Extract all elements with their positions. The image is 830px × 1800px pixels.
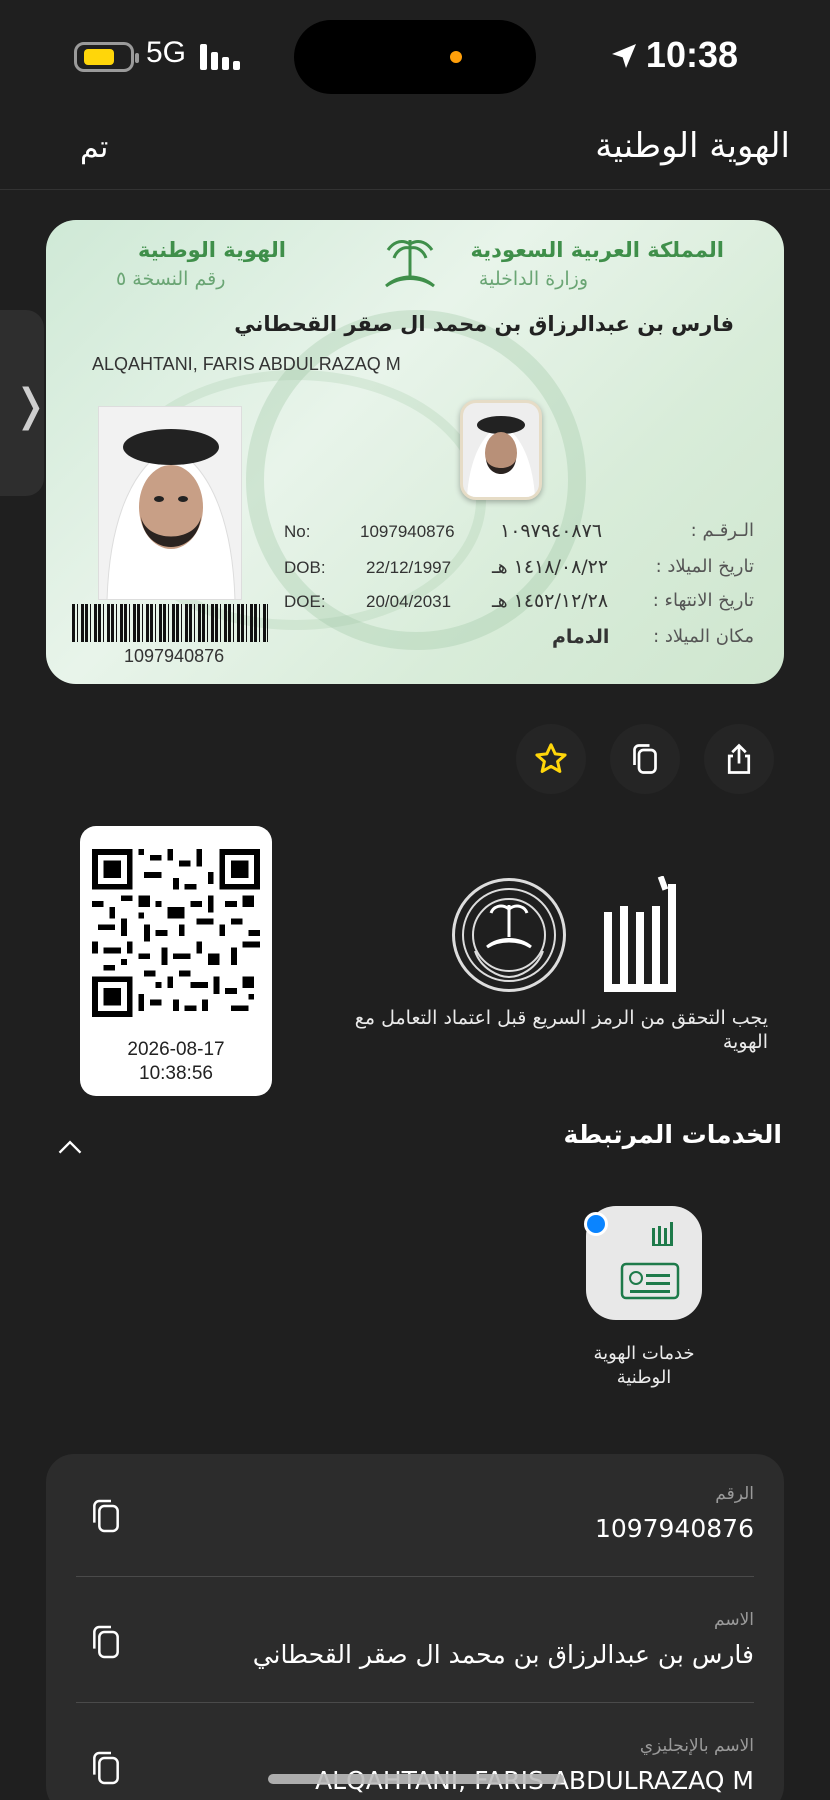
nav-header: الهوية الوطنية تم [0,110,830,190]
location-arrow-icon [612,44,636,68]
star-icon [535,743,567,773]
dob-label-en: DOB: [284,558,326,577]
divider [76,1702,754,1703]
info-row-english-name: الاسم بالإنجليزي ALQAHTANI, FARIS ABDULR… [76,1706,754,1800]
no-value-ar: ١٠٩٧٩٤٠٨٧٦ [500,520,603,542]
dob-value-en: 22/12/1997 [366,558,452,577]
card-id-title: الهوية الوطنية [138,238,286,262]
qr-date: 2026-08-17 [127,1039,225,1060]
doe-value-ar: ١٤٥٢/١٢/٢٨ هـ [492,590,609,612]
info-panel: الرقم 1097940876 الاسم فارس بن عبدالرزاق… [46,1454,784,1800]
info-label: الاسم بالإنجليزي [639,1736,754,1756]
network-type: 5G [146,36,187,69]
battery-icon [74,42,139,72]
info-label: الرقم [715,1484,754,1504]
status-bar: 5G 10:38 [0,0,830,110]
no-label-en: No: [284,522,311,541]
holder-photo-hologram [460,400,542,500]
doe-value-en: 20/04/2031 [366,592,452,611]
privacy-dot [450,51,462,63]
qr-code [92,849,260,1017]
no-label-ar: الـرقـم : [690,520,754,541]
card-name-arabic: فارس بن عبدالرزاق بن محمد ال صقر القحطان… [234,312,734,336]
barcode [72,604,268,642]
no-value-en: 1097940876 [360,522,455,541]
status-time: 10:38 [645,34,738,75]
copy-icon[interactable] [86,1622,126,1662]
copy-icon [633,744,657,774]
new-badge-dot [584,1212,608,1236]
signal-icon [200,44,244,70]
info-row-name: الاسم فارس بن عبدالرزاق بن محمد ال صقر ا… [76,1580,754,1706]
card-version: رقم النسخة ٥ [116,268,226,290]
info-label: الاسم [714,1610,754,1630]
info-value: 1097940876 [594,1514,754,1543]
qr-timestamp: 2026-08-17 10:38:56 [80,1038,272,1086]
pob-value-ar: الدمام [552,626,610,648]
service-label: خدمات الهوية الوطنية [593,1343,695,1388]
doe-label-ar: تاريخ الانتهاء : [652,590,754,611]
share-icon [727,743,751,774]
divider [76,1576,754,1577]
card-name-english: ALQAHTANI, FARIS ABDULRAZAQ M [92,354,401,374]
qr-time: 10:38:56 [139,1063,213,1084]
copy-icon[interactable] [86,1496,126,1536]
linked-services-title: الخدمات المرتبطة [563,1120,782,1149]
verify-notice: يجب التحقق من الرمز السريع قبل اعتماد ال… [354,1007,768,1053]
dob-value-ar: ١٤١٨/٠٨/٢٢ هـ [492,556,609,578]
chevron-up-icon[interactable] [56,1134,84,1162]
absher-logo-icon [604,876,676,992]
home-indicator[interactable] [268,1774,564,1784]
card-kingdom-title: المملكة العربية السعودية [470,238,724,262]
ministry-seal-icon [452,878,566,992]
barcode-number: 1097940876 [124,646,225,666]
copy-card-button[interactable] [610,724,680,794]
done-button[interactable]: تم [80,130,108,165]
page-title: الهوية الوطنية [595,126,790,166]
chevron-right-icon: ❭ [12,380,49,431]
dynamic-island [294,20,536,94]
info-value: فارس بن عبدالرزاق بن محمد ال صقر القحطان… [252,1640,754,1669]
holder-photo [98,406,242,600]
doe-label-en: DOE: [284,592,326,611]
qr-code-card[interactable]: 2026-08-17 10:38:56 [80,826,272,1096]
dob-label-ar: تاريخ الميلاد : [655,556,754,577]
national-id-card[interactable]: المملكة العربية السعودية وزارة الداخلية … [46,220,784,684]
pob-label-ar: مكان الميلاد : [653,626,754,647]
palm-swords-emblem-icon [385,240,435,288]
copy-icon[interactable] [86,1748,126,1788]
info-row-number: الرقم 1097940876 [76,1454,754,1580]
side-panel-handle[interactable]: ❭ [0,310,49,496]
share-button[interactable] [704,724,774,794]
card-ministry: وزارة الداخلية [478,268,588,290]
favorite-button[interactable] [516,724,586,794]
